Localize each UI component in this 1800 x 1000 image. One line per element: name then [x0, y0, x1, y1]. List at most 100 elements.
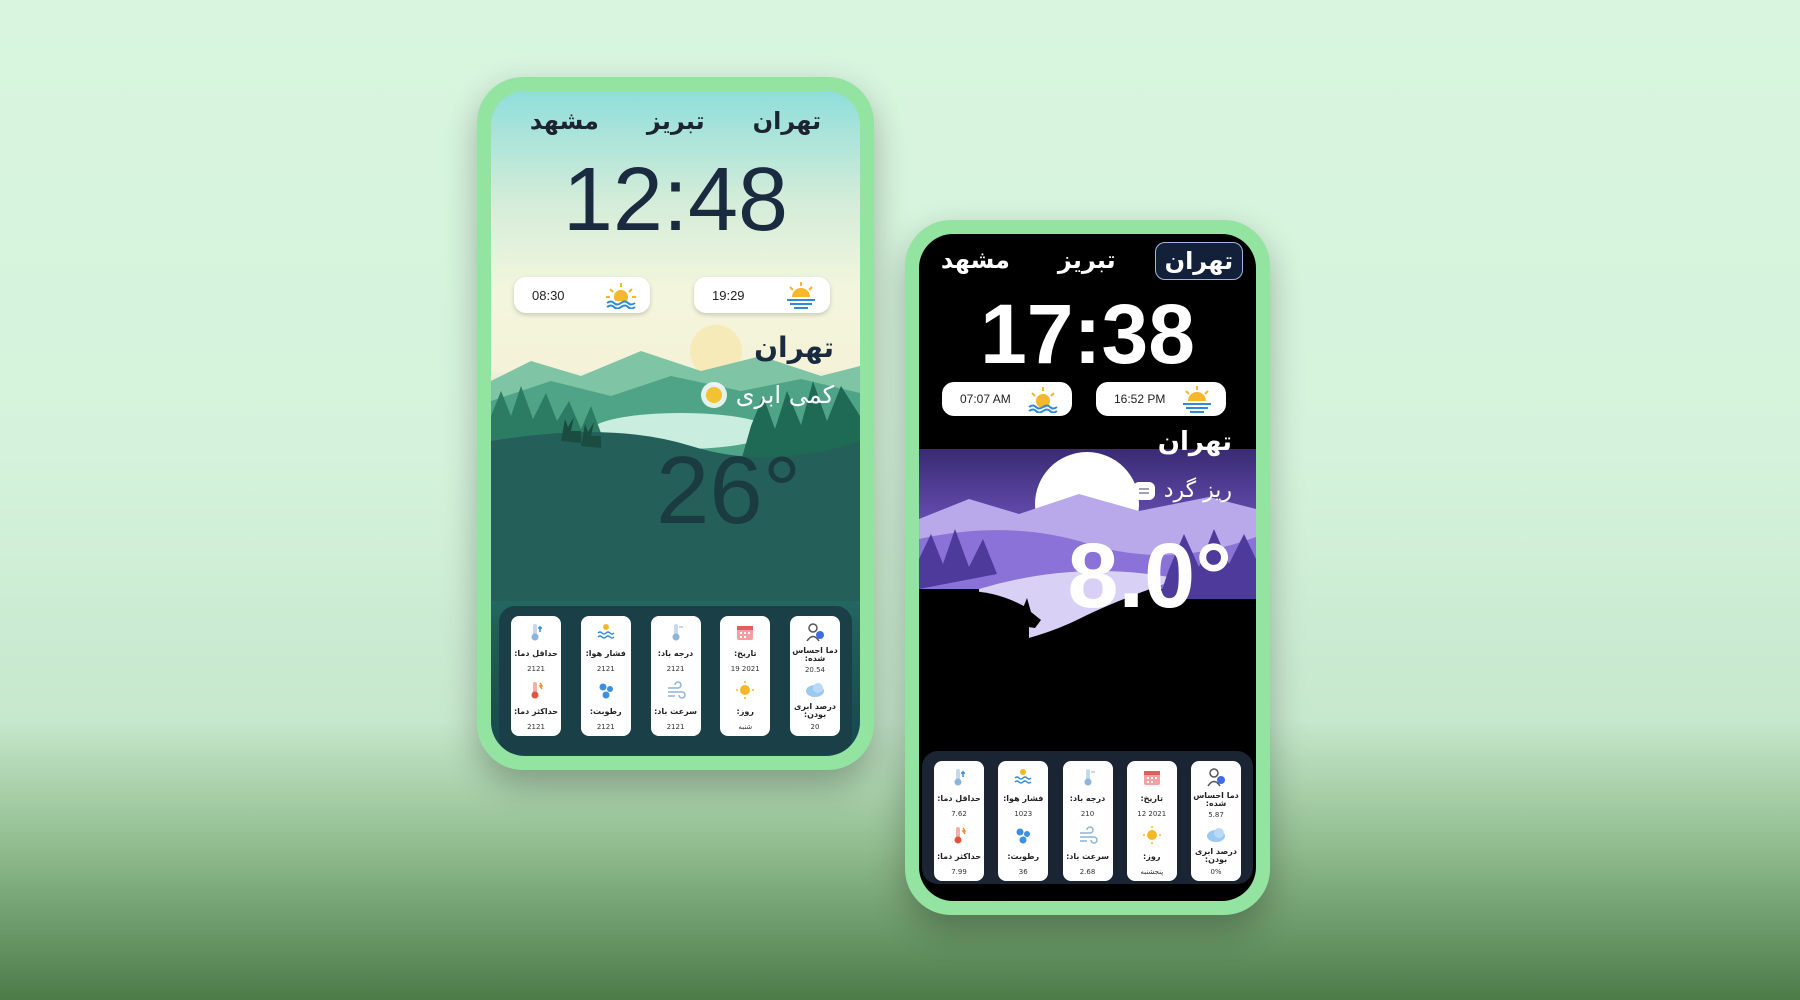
cloud-icon: [1207, 827, 1225, 842]
thermometer-cold-icon: [531, 624, 542, 641]
card-bottom-label: روز:: [1143, 852, 1161, 862]
card-top-label: حداقل دما:: [937, 793, 981, 803]
tab-tehran-active[interactable]: تهران: [1154, 242, 1244, 280]
phone-day: تهران تبریز مشهد 12:48 08:30 19:29 تهران: [477, 77, 874, 770]
card-bottom-label: درصد ابری بودن:: [794, 702, 836, 720]
sunset-time: 19:29: [712, 287, 745, 303]
card-bottom-label: سرعت باد:: [1066, 852, 1109, 862]
card-top-value: 210: [1080, 809, 1095, 818]
card-bottom-value: 2121: [596, 722, 615, 731]
card-bottom-value: 2.68: [1079, 867, 1096, 876]
thermometer-icon: [672, 624, 683, 641]
card-top-label: دما احساس شده:: [792, 645, 838, 663]
wind-icon: [667, 681, 686, 700]
cloud-icon: [806, 682, 824, 697]
card-top-label: فشار هوا:: [1003, 793, 1044, 803]
card-top-label: حداقل دما:: [514, 648, 558, 658]
detail-card: دما احساس شده: 20.54 درصد ابری بودن: 20: [790, 616, 840, 736]
card-top-value: 2121: [527, 664, 545, 673]
city-name: تهران: [1157, 427, 1232, 457]
person-thermometer-icon: [1207, 768, 1225, 787]
card-top-label: دما احساس شده:: [1193, 790, 1239, 808]
detail-card: حداقل دما: 2121 حداکثر دما: 2121: [511, 616, 561, 736]
detail-card: درجه باد: 210 سرعت باد: 2.68: [1062, 761, 1113, 881]
card-top-value: 19 2021: [730, 664, 760, 673]
temperature: 8.0°: [1067, 525, 1232, 627]
detail-card: حداقل دما: 7.62 حداکثر دما: 7.99: [934, 761, 984, 881]
sunrise-time: 08:30: [532, 287, 565, 303]
sunset-icon: [1183, 386, 1211, 413]
day-screen: تهران تبریز مشهد 12:48 08:30 19:29 تهران: [491, 91, 860, 756]
card-top-value: 5.87: [1208, 811, 1224, 820]
thermometer-cold-icon: [954, 769, 965, 786]
card-bottom-label: سرعت باد:: [654, 707, 697, 717]
card-top-value: 12 2021: [1137, 809, 1167, 818]
tab-tabriz[interactable]: تبریز: [1049, 242, 1125, 280]
card-bottom-value: پنجشنبه: [1140, 867, 1164, 876]
card-bottom-label: درصد ابری بودن:: [1195, 847, 1237, 865]
sun-icon: [736, 681, 755, 700]
city-name: تهران: [754, 331, 834, 364]
clock: 12:48: [562, 150, 789, 250]
sunset-icon: [787, 282, 815, 309]
pressure-icon: [597, 624, 615, 639]
sunset-pill: 16:52 PM: [1096, 382, 1226, 416]
card-top-label: تاریخ:: [1140, 793, 1164, 803]
card-bottom-value: 36: [1018, 867, 1028, 876]
card-bottom-label: رطوبت:: [1007, 852, 1040, 862]
card-bottom-label: رطوبت:: [589, 707, 622, 717]
detail-card: فشار هوا: 1023 رطوبت: 36: [998, 761, 1049, 881]
card-top-value: 7.62: [951, 809, 967, 818]
sunset-time: 16:52 PM: [1114, 392, 1166, 406]
card-top-value: 20.54: [804, 666, 826, 675]
card-top-value: 2121: [666, 664, 685, 673]
card-bottom-value: شنبه: [738, 722, 753, 731]
sunrise-pill: 07:07 AM: [942, 382, 1072, 416]
city-tabs: تهران تبریز مشهد: [491, 103, 860, 139]
detail-card: تاریخ: 19 2021 روز: شنبه: [720, 616, 771, 736]
tab-tabriz[interactable]: تبریز: [638, 103, 714, 139]
details-panel: دما احساس شده: 20.54 درصد ابری بودن: 20 تاری…: [499, 606, 852, 754]
humidity-icon: [599, 683, 613, 699]
card-top-label: درجه باد:: [657, 648, 694, 658]
humidity-icon: [1016, 828, 1031, 844]
detail-card: تاریخ: 12 2021 روز: پنجشنبه: [1126, 761, 1177, 881]
detail-card: درجه باد: 2121 سرعت باد: 2121: [650, 616, 701, 736]
calendar-icon: [1143, 771, 1160, 785]
sunrise-time: 07:07 AM: [960, 392, 1011, 406]
sunrise-pill: 08:30: [514, 277, 650, 313]
card-top-value: 1023: [1014, 809, 1033, 818]
calendar-icon: [737, 626, 754, 640]
condition: کمی ابری: [700, 381, 834, 409]
thermometer-icon: [1084, 769, 1095, 786]
night-screen: تهران تبریز مشهد 17:38 07:07 AM 16:52 PM…: [919, 234, 1256, 901]
details-panel: دما احساس شده: 5.87 درصد ابری بودن: 0% تاریخ…: [922, 751, 1253, 884]
condition-text: ریز گرد: [1163, 478, 1232, 503]
tab-mashhad[interactable]: مشهد: [932, 242, 1019, 280]
detail-card: فشار هوا: 2121 رطوبت: 2121: [580, 616, 631, 736]
city-tabs: تهران تبریز مشهد: [919, 242, 1256, 280]
pressure-icon: [1014, 769, 1032, 784]
sunset-pill: 19:29: [694, 277, 830, 313]
card-top-value: 2121: [596, 664, 615, 673]
wind-icon: [1079, 826, 1098, 845]
person-thermometer-icon: [806, 623, 824, 642]
clock: 17:38: [980, 287, 1195, 381]
temperature: 26°: [656, 437, 802, 544]
thermometer-hot-icon: [531, 682, 544, 699]
thermometer-hot-icon: [954, 827, 967, 844]
card-bottom-label: روز:: [736, 707, 754, 717]
condition: ریز گرد: [1132, 478, 1232, 503]
card-bottom-value: 20: [810, 722, 820, 731]
tab-mashhad[interactable]: مشهد: [521, 103, 608, 139]
card-bottom-value: 2121: [527, 722, 545, 731]
condition-text: کمی ابری: [735, 381, 834, 409]
detail-card: دما احساس شده: 5.87 درصد ابری بودن: 0%: [1191, 761, 1241, 881]
card-top-label: فشار هوا:: [585, 648, 626, 658]
card-bottom-label: حداکثر دما:: [513, 707, 559, 717]
card-top-label: درجه باد:: [1069, 793, 1106, 803]
tab-tehran[interactable]: تهران: [744, 103, 831, 139]
card-bottom-value: 7.99: [951, 867, 967, 876]
card-top-label: تاریخ:: [733, 648, 757, 658]
condition-sun-icon: [700, 382, 727, 408]
